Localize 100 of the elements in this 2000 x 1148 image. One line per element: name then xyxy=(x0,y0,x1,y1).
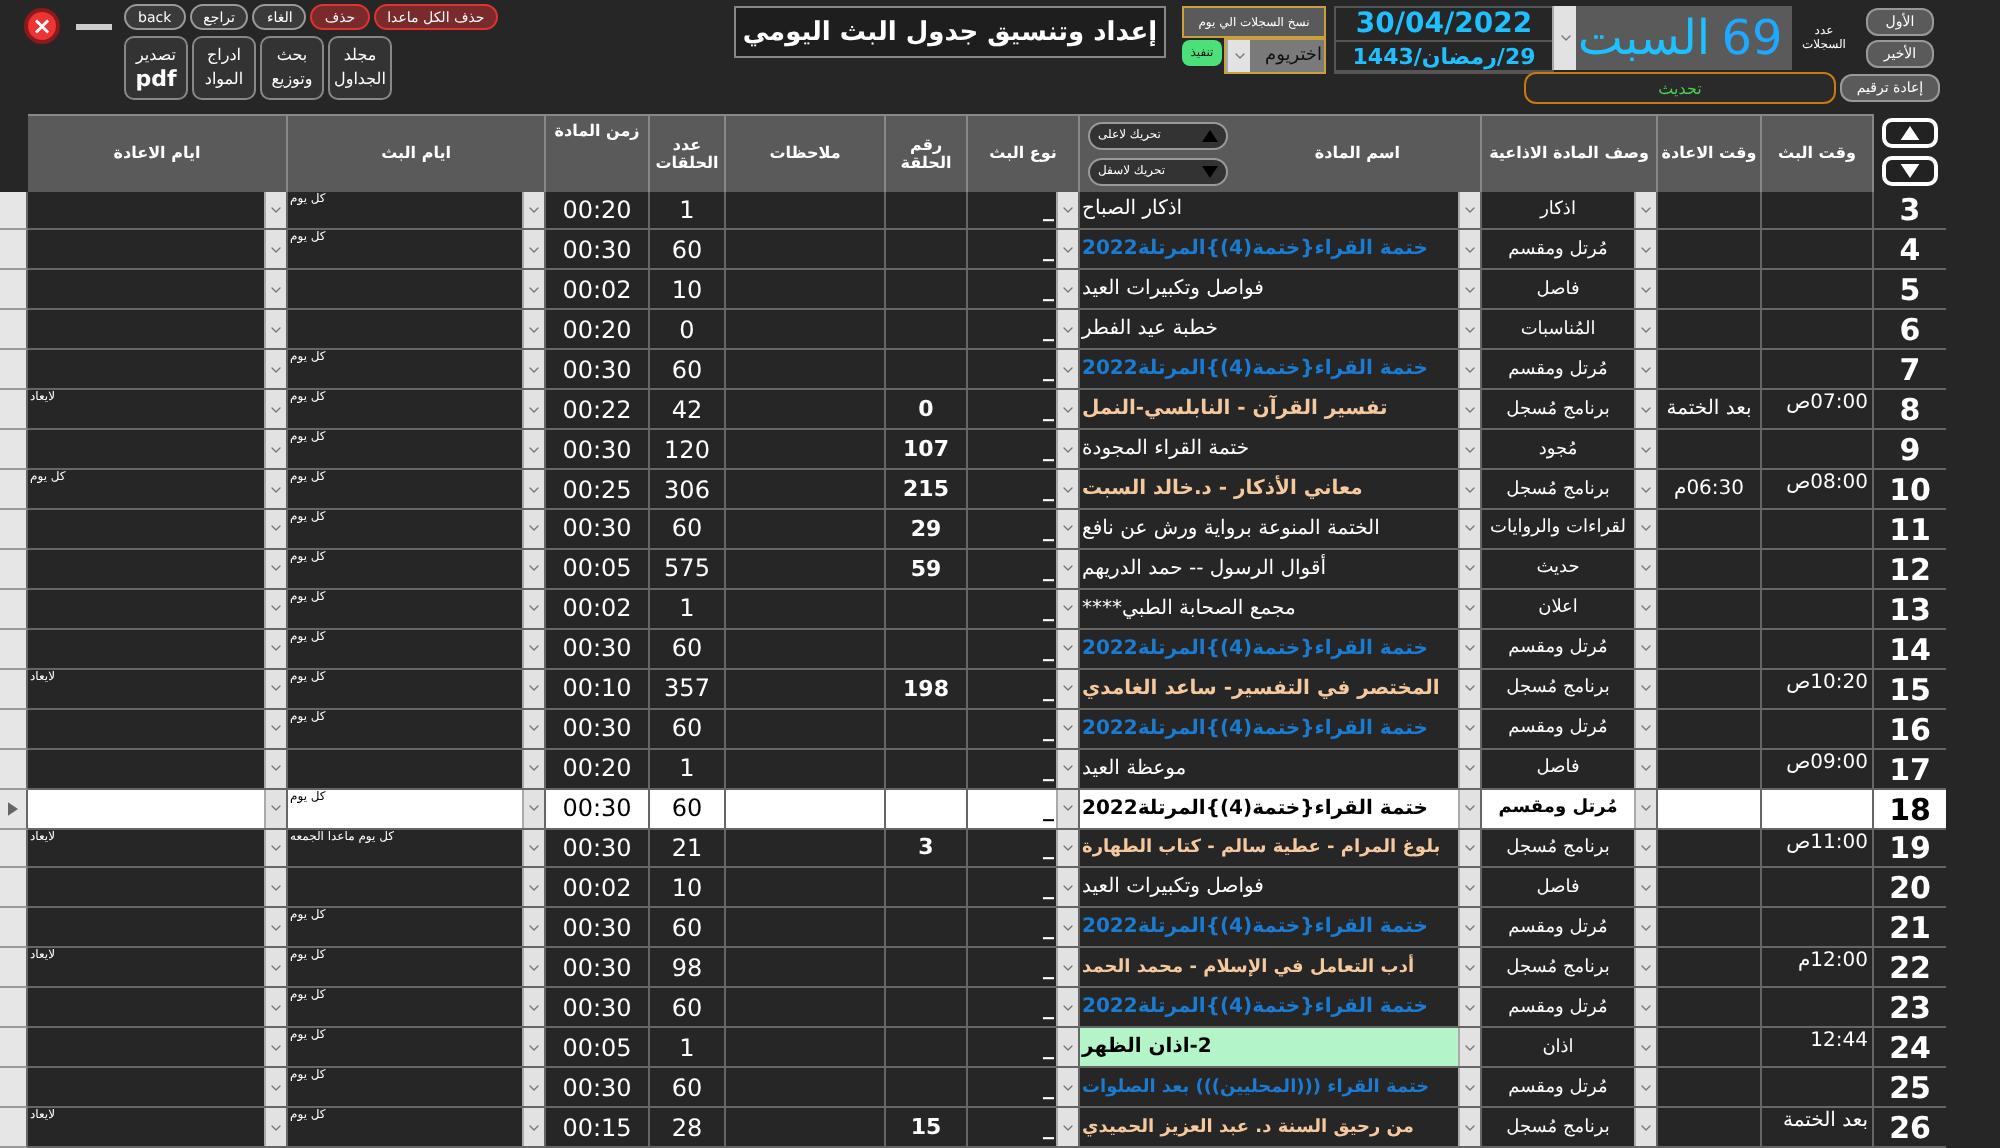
dropdown-button[interactable] xyxy=(1458,430,1480,469)
dropdown-button[interactable] xyxy=(264,749,286,788)
refresh-button[interactable]: تحديث xyxy=(1524,72,1836,104)
dropdown-button[interactable] xyxy=(522,908,544,947)
dropdown-button[interactable] xyxy=(264,789,286,827)
dropdown-button[interactable] xyxy=(264,350,286,389)
dropdown-button[interactable] xyxy=(1634,549,1656,588)
dropdown-button[interactable] xyxy=(522,310,544,349)
dropdown-button[interactable] xyxy=(1458,669,1480,708)
dropdown-button[interactable] xyxy=(1056,629,1078,668)
dropdown-button[interactable] xyxy=(522,948,544,987)
dropdown-button[interactable] xyxy=(522,749,544,788)
dropdown-button[interactable] xyxy=(1634,629,1656,668)
toolbar-button[interactable]: ادراج المواد xyxy=(192,36,256,100)
dropdown-button[interactable] xyxy=(522,988,544,1027)
dropdown-button[interactable] xyxy=(522,350,544,389)
dropdown-button[interactable] xyxy=(1458,230,1480,269)
dropdown-button[interactable] xyxy=(1634,948,1656,987)
dropdown-button[interactable] xyxy=(264,191,286,229)
dropdown-button[interactable] xyxy=(1056,709,1078,748)
dropdown-button[interactable] xyxy=(1056,948,1078,987)
dropdown-button[interactable] xyxy=(1056,749,1078,788)
dropdown-button[interactable] xyxy=(1634,390,1656,429)
dropdown-button[interactable] xyxy=(1056,908,1078,947)
dropdown-button[interactable] xyxy=(264,669,286,708)
dropdown-button[interactable] xyxy=(264,868,286,907)
dropdown-button[interactable] xyxy=(264,270,286,309)
dropdown-button[interactable] xyxy=(1634,270,1656,309)
dropdown-button[interactable] xyxy=(522,629,544,668)
dropdown-button[interactable] xyxy=(1056,868,1078,907)
dropdown-button[interactable] xyxy=(264,629,286,668)
dropdown-button[interactable] xyxy=(522,868,544,907)
scroll-up-button[interactable] xyxy=(1882,118,1938,148)
dropdown-button[interactable] xyxy=(1634,589,1656,628)
dropdown-button[interactable] xyxy=(1056,669,1078,708)
toolbar-button[interactable]: مجلد الجداول xyxy=(328,36,392,100)
dropdown-button[interactable] xyxy=(264,390,286,429)
dropdown-button[interactable] xyxy=(1634,749,1656,788)
dropdown-button[interactable] xyxy=(264,1028,286,1067)
dropdown-button[interactable] xyxy=(1056,310,1078,349)
dropdown-button[interactable] xyxy=(1634,669,1656,708)
dropdown-button[interactable] xyxy=(1056,191,1078,229)
dropdown-button[interactable] xyxy=(522,589,544,628)
close-button[interactable]: × xyxy=(24,8,60,44)
dropdown-button[interactable] xyxy=(264,430,286,469)
dropdown-button[interactable] xyxy=(264,988,286,1027)
dropdown-button[interactable] xyxy=(522,270,544,309)
dropdown-button[interactable] xyxy=(1634,1028,1656,1067)
dropdown-button[interactable] xyxy=(1056,390,1078,429)
dropdown-button[interactable] xyxy=(1634,350,1656,389)
day-select[interactable]: اختريوم xyxy=(1224,38,1326,74)
dropdown-button[interactable] xyxy=(1056,430,1078,469)
dropdown-button[interactable] xyxy=(1458,350,1480,389)
scroll-down-button[interactable] xyxy=(1882,156,1938,186)
dropdown-button[interactable] xyxy=(1634,789,1656,827)
dropdown-button[interactable] xyxy=(264,829,286,867)
dropdown-button[interactable] xyxy=(1634,709,1656,748)
dropdown-button[interactable] xyxy=(264,1068,286,1107)
dropdown-button[interactable] xyxy=(264,948,286,987)
dropdown-button[interactable] xyxy=(522,390,544,429)
dropdown-button[interactable] xyxy=(264,709,286,748)
dropdown-button[interactable] xyxy=(522,1028,544,1067)
dropdown-button[interactable] xyxy=(522,709,544,748)
dropdown-button[interactable] xyxy=(1458,549,1480,588)
dropdown-button[interactable] xyxy=(1056,350,1078,389)
dropdown-button[interactable] xyxy=(1458,749,1480,788)
dropdown-button[interactable] xyxy=(1634,230,1656,269)
toolbar-button[interactable]: بحث وتوزيع xyxy=(260,36,324,100)
dropdown-button[interactable] xyxy=(1056,988,1078,1027)
dropdown-button[interactable] xyxy=(1634,430,1656,469)
dropdown-button[interactable] xyxy=(522,789,544,827)
dropdown-button[interactable] xyxy=(522,430,544,469)
dropdown-button[interactable] xyxy=(1056,789,1078,827)
dropdown-button[interactable] xyxy=(1458,829,1480,867)
dropdown-button[interactable] xyxy=(1458,1068,1480,1107)
dropdown-button[interactable] xyxy=(264,230,286,269)
dropdown-button[interactable] xyxy=(1634,829,1656,867)
dropdown-button[interactable] xyxy=(264,549,286,588)
dropdown-button[interactable] xyxy=(522,549,544,588)
dropdown-button[interactable] xyxy=(264,908,286,947)
dropdown-button[interactable] xyxy=(1634,310,1656,349)
dropdown-button[interactable] xyxy=(1458,270,1480,309)
dropdown-button[interactable] xyxy=(522,669,544,708)
dropdown-button[interactable] xyxy=(1634,868,1656,907)
row-selector[interactable] xyxy=(0,191,28,231)
dropdown-button[interactable] xyxy=(1056,1028,1078,1067)
dropdown-button[interactable] xyxy=(1056,589,1078,628)
dropdown-button[interactable] xyxy=(1458,191,1480,229)
dropdown-button[interactable] xyxy=(1634,908,1656,947)
dropdown-button[interactable] xyxy=(522,1068,544,1107)
dropdown-button[interactable] xyxy=(1458,310,1480,349)
dropdown-button[interactable] xyxy=(522,230,544,269)
dropdown-button[interactable] xyxy=(1056,549,1078,588)
dropdown-button[interactable] xyxy=(522,829,544,867)
dropdown-button[interactable] xyxy=(1056,829,1078,867)
dropdown-button[interactable] xyxy=(1634,988,1656,1027)
dropdown-button[interactable] xyxy=(1458,908,1480,947)
dropdown-button[interactable] xyxy=(1458,709,1480,748)
dropdown-button[interactable] xyxy=(1458,390,1480,429)
dropdown-button[interactable] xyxy=(1458,629,1480,668)
